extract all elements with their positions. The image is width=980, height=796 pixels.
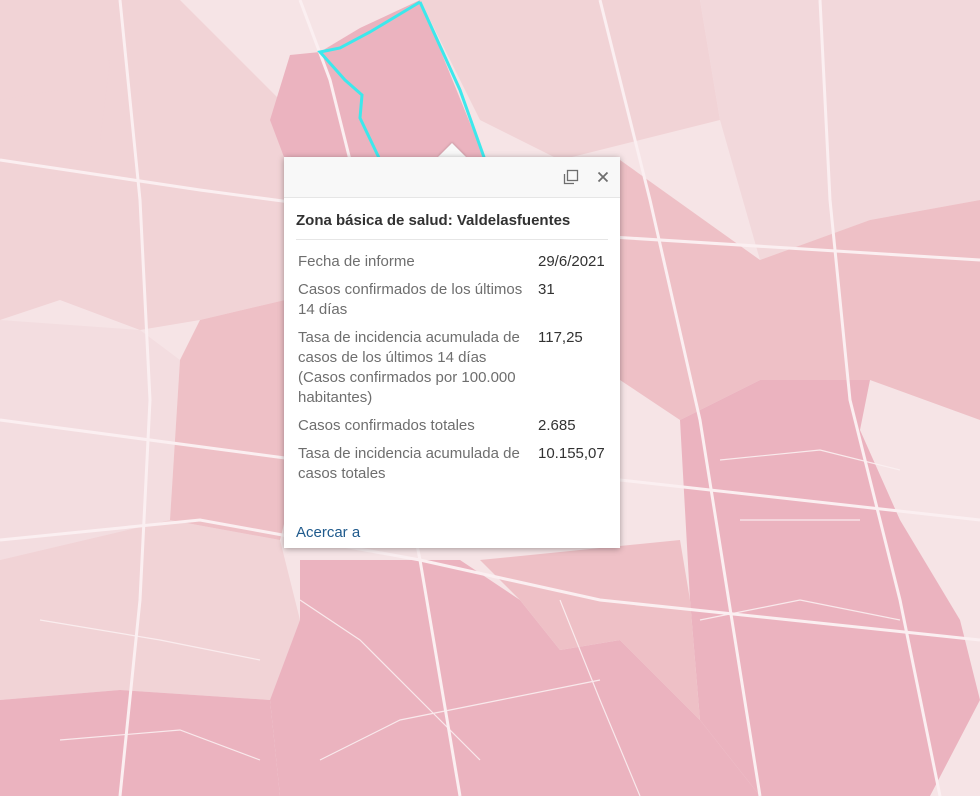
info-popup: Zona básica de salud: Valdelasfuentes Fe… bbox=[284, 157, 620, 548]
attribute-label: Casos confirmados de los últimos 14 días bbox=[298, 281, 523, 318]
attribute-table: Fecha de informe 29/6/2021 Casos confirm… bbox=[296, 248, 608, 488]
table-row: Casos confirmados totales 2.685 bbox=[296, 412, 608, 440]
table-row: Casos confirmados de los últimos 14 días… bbox=[296, 276, 608, 324]
attribute-label: Casos confirmados totales bbox=[298, 417, 475, 434]
table-row: Tasa de incidencia acumulada de casos to… bbox=[296, 440, 608, 488]
attribute-value: 10.155,07 bbox=[538, 445, 605, 462]
attribute-value: 117,25 bbox=[538, 329, 583, 346]
popup-pointer bbox=[438, 143, 466, 157]
popup-title: Zona básica de salud: Valdelasfuentes bbox=[296, 212, 608, 240]
attribute-label: Tasa de incidencia acumulada de casos de… bbox=[298, 329, 520, 406]
attribute-value: 31 bbox=[538, 281, 555, 298]
attribute-label: Tasa de incidencia acumulada de casos to… bbox=[298, 445, 520, 482]
close-icon[interactable] bbox=[591, 165, 615, 189]
table-row: Fecha de informe 29/6/2021 bbox=[296, 248, 608, 276]
attribute-value: 2.685 bbox=[538, 417, 576, 434]
attribute-value: 29/6/2021 bbox=[538, 253, 605, 270]
dock-window-icon[interactable] bbox=[559, 165, 583, 189]
attribute-label: Fecha de informe bbox=[298, 253, 415, 270]
table-row: Tasa de incidencia acumulada de casos de… bbox=[296, 324, 608, 412]
zoom-to-link[interactable]: Acercar a bbox=[296, 524, 360, 541]
region[interactable] bbox=[0, 690, 280, 796]
popup-header bbox=[284, 157, 620, 198]
